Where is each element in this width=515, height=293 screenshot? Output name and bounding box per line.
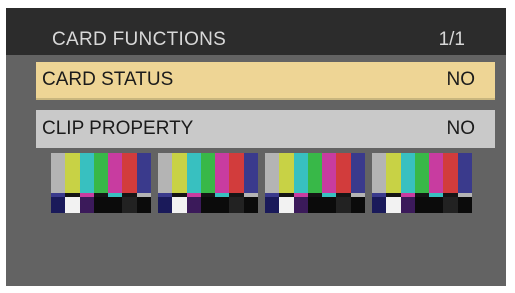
color-bars-bottom xyxy=(265,197,365,213)
clip-thumbnail[interactable] xyxy=(372,153,472,213)
menu-item-label: CLIP PROPERTY xyxy=(42,118,194,139)
color-bars-bars xyxy=(158,153,258,193)
screen: CARD FUNCTIONS 1/1 CARD STATUS NO CLIP P… xyxy=(6,8,506,286)
color-bars-bottom xyxy=(51,197,151,213)
menu-item-clip-property[interactable]: CLIP PROPERTY NO xyxy=(36,110,495,148)
menu-item-card-status[interactable]: CARD STATUS NO xyxy=(36,62,495,100)
header-bar: CARD FUNCTIONS 1/1 xyxy=(6,8,506,55)
clip-thumbnail[interactable] xyxy=(265,153,365,213)
clip-thumbnail[interactable] xyxy=(51,153,151,213)
menu-item-value: NO xyxy=(446,118,476,139)
clip-thumbnails xyxy=(51,153,481,213)
color-bars-bars xyxy=(265,153,365,193)
page-indicator: 1/1 xyxy=(438,29,465,50)
color-bars-bars xyxy=(372,153,472,193)
menu-item-value: NO xyxy=(446,69,476,90)
color-bars-bottom xyxy=(372,197,472,213)
clip-thumbnail[interactable] xyxy=(158,153,258,213)
page-title: CARD FUNCTIONS xyxy=(52,29,227,50)
menu-item-label: CARD STATUS xyxy=(42,69,174,90)
color-bars-bottom xyxy=(158,197,258,213)
color-bars-bars xyxy=(51,153,151,193)
